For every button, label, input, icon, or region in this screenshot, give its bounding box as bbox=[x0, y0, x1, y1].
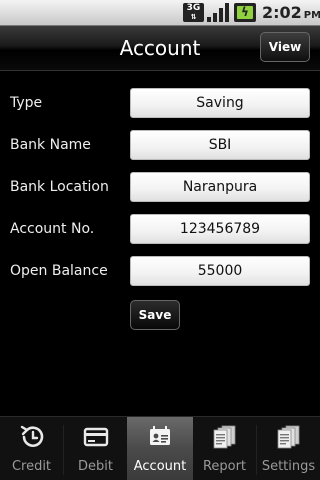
screen: 3G ⇅ ϟ 2:02 PM Account View Type Saving B… bbox=[0, 0, 320, 480]
view-button[interactable]: View bbox=[260, 32, 310, 62]
signal-bar bbox=[207, 17, 211, 22]
open-balance-field[interactable]: 55000 bbox=[130, 256, 310, 286]
bank-name-label: Bank Name bbox=[10, 137, 91, 153]
type-label: Type bbox=[10, 95, 43, 111]
signal-bar bbox=[219, 8, 223, 22]
tab-report[interactable]: Report bbox=[193, 417, 256, 480]
signal-bar bbox=[213, 13, 217, 22]
bottom-tab-bar: Credit Debit Account Report Settings bbox=[0, 416, 320, 480]
tab-account-label: Account bbox=[133, 459, 187, 474]
charging-bolt-icon: ϟ bbox=[241, 5, 249, 19]
open-balance-label: Open Balance bbox=[10, 263, 108, 279]
tab-credit[interactable]: Credit bbox=[0, 417, 63, 480]
clock-time: 2:02 bbox=[262, 3, 302, 22]
bank-name-field[interactable]: SBI bbox=[130, 130, 310, 160]
signal-bar bbox=[225, 3, 229, 22]
tab-credit-label: Credit bbox=[11, 459, 52, 474]
tab-account[interactable]: Account bbox=[127, 417, 193, 480]
bank-location-field[interactable]: Naranpura bbox=[130, 172, 310, 202]
settings-icon bbox=[257, 423, 320, 453]
credit-icon bbox=[0, 423, 63, 453]
tab-debit[interactable]: Debit bbox=[64, 417, 127, 480]
clock: 2:02 PM bbox=[262, 3, 320, 22]
tab-settings-label: Settings bbox=[261, 459, 316, 474]
network-3g-icon: 3G ⇅ bbox=[183, 3, 204, 22]
form-row-open-balance: Open Balance 55000 bbox=[0, 256, 320, 286]
form-row-bank-name: Bank Name SBI bbox=[0, 130, 320, 160]
account-no-label: Account No. bbox=[10, 221, 95, 237]
tab-debit-label: Debit bbox=[78, 459, 113, 474]
form-row-account-no: Account No. 123456789 bbox=[0, 214, 320, 244]
account-no-field[interactable]: 123456789 bbox=[130, 214, 310, 244]
form-row-bank-location: Bank Location Naranpura bbox=[0, 172, 320, 202]
network-label: 3G bbox=[186, 3, 201, 13]
type-field[interactable]: Saving bbox=[130, 88, 310, 118]
tab-report-label: Report bbox=[202, 459, 247, 474]
debit-card-icon bbox=[64, 423, 127, 453]
battery-charging-icon: ϟ bbox=[234, 3, 256, 22]
report-icon bbox=[193, 423, 256, 453]
status-bar: 3G ⇅ ϟ 2:02 PM bbox=[0, 0, 320, 26]
bank-location-label: Bank Location bbox=[10, 179, 109, 195]
title-bar: Account View bbox=[0, 26, 320, 71]
tab-settings[interactable]: Settings bbox=[257, 417, 320, 480]
clock-ampm: PM bbox=[303, 10, 320, 21]
data-arrows-icon: ⇅ bbox=[190, 13, 197, 21]
account-card-icon bbox=[127, 423, 193, 453]
signal-strength-icon bbox=[207, 3, 229, 22]
form-row-type: Type Saving bbox=[0, 88, 320, 118]
save-button[interactable]: Save bbox=[130, 300, 180, 330]
